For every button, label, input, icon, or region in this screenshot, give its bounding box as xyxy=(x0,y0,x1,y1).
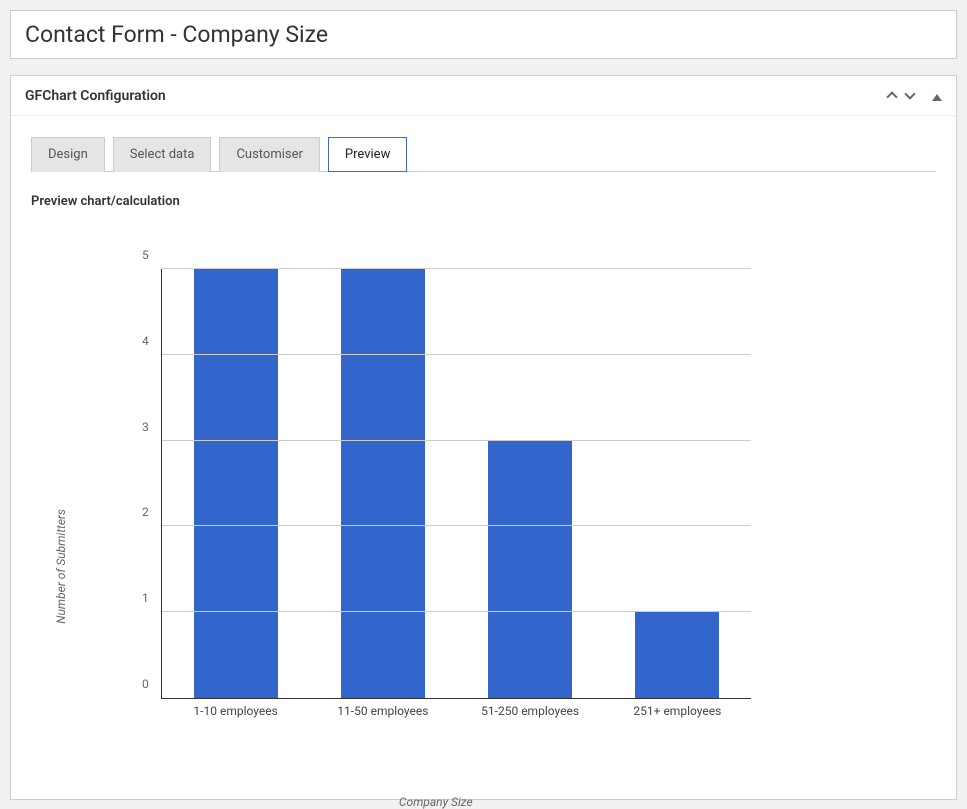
chart-bar xyxy=(488,441,572,698)
collapse-toggle-icon[interactable] xyxy=(932,86,942,105)
chart: Number of Submitters 1-10 employees11-50… xyxy=(71,239,771,779)
metabox-gfchart-config: GFChart Configuration Design Select data C… xyxy=(10,75,957,800)
chart-gridline xyxy=(162,354,751,355)
chart-x-tick: 1-10 employees xyxy=(158,704,313,720)
chart-gridline xyxy=(162,611,751,612)
chart-plot-area: 1-10 employees11-50 employees51-250 empl… xyxy=(161,269,751,699)
tab-design[interactable]: Design xyxy=(31,137,105,172)
tab-content-preview: Preview chart/calculation Number of Subm… xyxy=(11,172,956,799)
order-up-icon[interactable] xyxy=(888,86,896,105)
chart-bar-slot: 1-10 employees xyxy=(171,269,301,698)
tab-label: Design xyxy=(48,147,88,162)
chart-bar xyxy=(194,269,278,698)
preview-label: Preview chart/calculation xyxy=(31,194,936,209)
chart-bar-slot: 251+ employees xyxy=(613,269,743,698)
chart-gridline xyxy=(162,525,751,526)
tab-label: Select data xyxy=(130,147,195,162)
chart-y-tick: 3 xyxy=(142,420,149,434)
metabox-header-controls xyxy=(888,86,942,105)
tabs-container: Design Select data Customiser Preview xyxy=(11,116,956,172)
chart-bar-slot: 11-50 employees xyxy=(318,269,448,698)
tab-label: Preview xyxy=(345,147,390,162)
chart-x-tick: 51-250 employees xyxy=(452,704,607,720)
chart-y-tick: 2 xyxy=(142,505,149,519)
metabox-title: GFChart Configuration xyxy=(25,88,888,104)
tab-label: Customiser xyxy=(236,147,302,162)
tab-select-data[interactable]: Select data xyxy=(113,137,212,172)
chart-bar-slot: 51-250 employees xyxy=(465,269,595,698)
tab-preview[interactable]: Preview xyxy=(328,137,407,172)
chart-x-tick: 251+ employees xyxy=(600,704,755,720)
chart-x-axis-label: Company Size xyxy=(399,795,473,809)
chart-bar xyxy=(635,612,719,698)
chart-y-axis-label: Number of Submitters xyxy=(54,509,68,624)
chart-y-tick: 0 xyxy=(142,677,149,691)
chart-y-tick: 1 xyxy=(142,591,149,605)
page-title-panel: Contact Form - Company Size xyxy=(10,10,957,59)
chart-gridline xyxy=(162,440,751,441)
chart-gridline xyxy=(162,268,751,269)
chart-bar xyxy=(341,269,425,698)
chart-x-tick: 11-50 employees xyxy=(305,704,460,720)
metabox-header: GFChart Configuration xyxy=(11,76,956,116)
order-down-icon[interactable] xyxy=(906,86,914,105)
chart-y-tick: 5 xyxy=(142,248,149,262)
chart-y-tick: 4 xyxy=(142,334,149,348)
page-title: Contact Form - Company Size xyxy=(25,21,942,48)
tab-customiser[interactable]: Customiser xyxy=(219,137,319,172)
